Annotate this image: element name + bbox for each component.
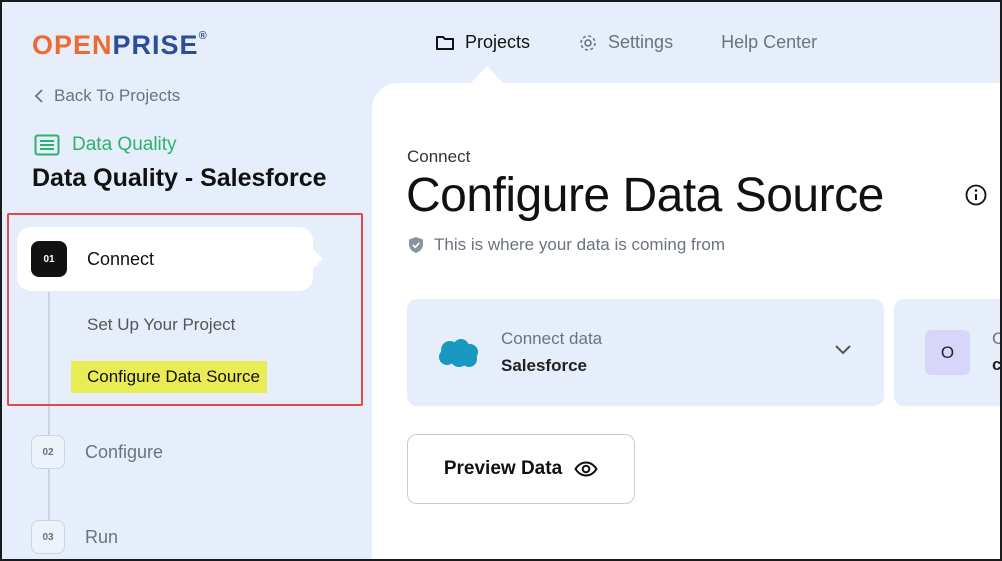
info-icon[interactable]: [965, 184, 987, 206]
logo-prise: PRISE: [112, 30, 199, 60]
top-nav: Projects Settings Help Center: [435, 32, 865, 53]
back-label: Back To Projects: [54, 86, 181, 105]
step-run[interactable]: 03 Run: [31, 520, 118, 554]
openprise-logo[interactable]: OPENPRISE®: [32, 30, 208, 61]
chevron-down-icon: [835, 345, 851, 355]
step-number-badge: 02: [31, 435, 65, 469]
step-number-badge: 03: [31, 520, 65, 554]
nav-projects[interactable]: Projects: [435, 32, 530, 53]
connect-data-value: Salesforce: [501, 356, 587, 375]
nav-settings-label: Settings: [608, 32, 674, 52]
connection-label: C: [992, 329, 1002, 348]
nav-projects-label: Projects: [465, 32, 531, 52]
nav-help-center-label: Help Center: [721, 32, 818, 52]
nav-settings[interactable]: Settings: [578, 32, 673, 53]
preview-data-button[interactable]: Preview Data: [407, 434, 635, 504]
logo-open: OPEN: [32, 30, 113, 60]
step-run-label: Run: [85, 526, 119, 547]
project-category-label: Data Quality: [72, 134, 177, 155]
connection-card[interactable]: O C c: [894, 299, 1002, 406]
nav-active-pointer: [470, 66, 504, 84]
folder-icon: [436, 35, 454, 50]
nav-help-center[interactable]: Help Center: [721, 32, 817, 53]
chevron-left-icon: [34, 89, 43, 103]
step-configure[interactable]: 02 Configure: [31, 435, 163, 469]
page-title: Configure Data Source: [406, 169, 884, 222]
annotation-highlight-box: [7, 213, 363, 406]
logo-registered: ®: [198, 30, 208, 42]
salesforce-cloud-icon: [439, 338, 478, 367]
shield-check-icon: [409, 237, 423, 253]
project-category: Data Quality: [34, 134, 177, 156]
eye-icon: [574, 461, 598, 477]
gear-icon: [580, 34, 596, 51]
back-to-projects-link[interactable]: Back To Projects: [34, 86, 180, 106]
section-eyebrow: Connect: [407, 147, 471, 166]
connection-avatar: O: [925, 330, 970, 375]
connect-data-label: Connect data: [501, 329, 603, 348]
connect-data-dropdown[interactable]: Connect data Salesforce: [407, 299, 884, 406]
list-document-icon: [34, 134, 60, 156]
preview-data-label: Preview Data: [443, 458, 563, 479]
page-subtitle-text: This is where your data is coming from: [434, 235, 725, 254]
step-configure-label: Configure: [85, 441, 164, 462]
connect-data-text: Connect data Salesforce: [501, 329, 602, 376]
page-subtitle: This is where your data is coming from: [408, 235, 725, 255]
connection-value: c: [992, 355, 1002, 374]
project-title: Data Quality - Salesforce: [32, 164, 327, 192]
